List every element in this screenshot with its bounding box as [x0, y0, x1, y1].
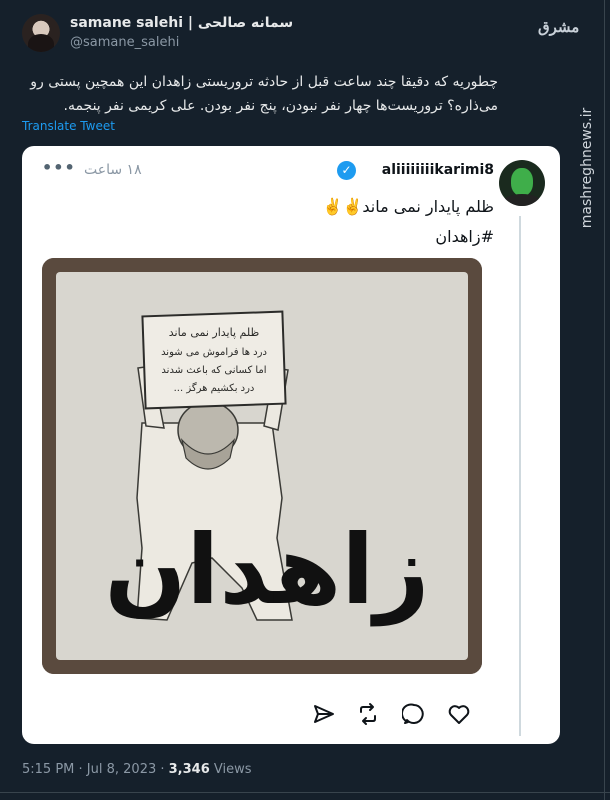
verified-badge-icon: ✓ — [337, 161, 356, 180]
site-watermark: mashreghnews.ir — [572, 90, 595, 250]
bottom-divider — [0, 792, 610, 793]
author-display-name[interactable]: samane salehi | سمانه صالحی — [70, 15, 293, 31]
author-handle[interactable]: @samane_salehi — [70, 35, 179, 50]
quoted-actions — [312, 702, 487, 730]
meta-separator: · — [160, 762, 169, 777]
share-icon[interactable] — [312, 702, 340, 730]
quoted-text-line-1: ظلم پایدار نمی ماند✌️✌️ — [322, 197, 494, 216]
views-count: 3,346 — [168, 762, 210, 777]
quoted-text: ظلم پایدار نمی ماند✌️✌️ #زاهدان — [94, 192, 494, 252]
translate-tweet-link[interactable]: Translate Tweet — [22, 119, 115, 133]
meta-separator: · — [78, 762, 87, 777]
tweet-date[interactable]: Jul 8, 2023 — [87, 762, 156, 777]
mashregh-logo: مشرق — [538, 18, 580, 36]
tweet-text: چطوریه که دقیقا چند ساعت قبل از حادثه تر… — [30, 74, 498, 114]
thread-line — [519, 216, 521, 736]
quoted-username[interactable]: aliiiiiiiikarimi8 — [382, 162, 494, 178]
sign-text-4: درد بکشیم هرگز ... — [174, 382, 255, 394]
comment-icon[interactable] — [401, 702, 430, 730]
sign-text-1: ظلم پایدار نمی ماند — [169, 326, 260, 339]
big-word-zahedan: زاهدان — [104, 514, 429, 626]
sign-text-2: درد ها فراموش می شوند — [161, 347, 267, 358]
quoted-time: ۱۸ ساعت — [84, 162, 142, 178]
tweet-meta: 5:15 PM · Jul 8, 2023 · 3,346 Views — [22, 762, 252, 777]
sign-text-3: اما کسانی که باعث شدند — [161, 365, 266, 376]
repost-icon[interactable] — [356, 702, 384, 730]
quoted-image[interactable]: ظلم پایدار نمی ماند درد ها فراموش می شون… — [42, 258, 482, 674]
column-divider — [604, 0, 605, 800]
site-watermark-text: mashreghnews.ir — [579, 107, 595, 229]
tweet-time[interactable]: 5:15 PM — [22, 762, 74, 777]
quoted-avatar[interactable] — [499, 160, 545, 206]
quoted-tweet-card[interactable]: aliiiiiiiikarimi8 ✓ ۱۸ ساعت ••• ظلم پاید… — [22, 146, 560, 744]
more-options-icon[interactable]: ••• — [42, 158, 76, 177]
quoted-hashtag[interactable]: #زاهدان — [94, 222, 494, 252]
like-heart-icon[interactable] — [447, 702, 475, 730]
views-label: Views — [213, 762, 252, 777]
author-avatar[interactable] — [22, 14, 60, 52]
